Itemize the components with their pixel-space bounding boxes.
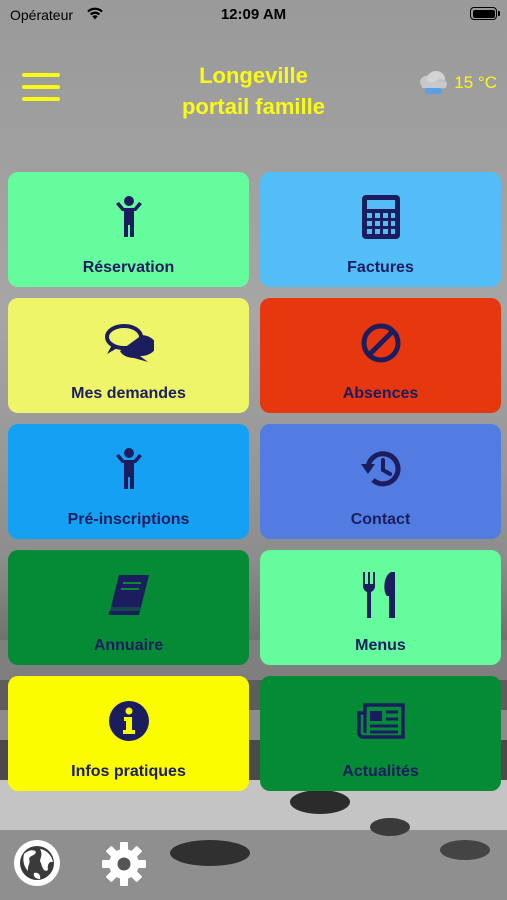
tile-label: Pré-inscriptions [67,511,190,528]
tile-mes-demandes[interactable]: Mes demandes [8,298,249,413]
page-title: Longeville portail famille [130,60,377,122]
battery-icon [470,7,500,20]
book-icon [105,570,153,620]
tile-label: Annuaire [93,637,164,654]
tile-pre-inscriptions[interactable]: Pré-inscriptions [8,424,249,539]
tile-label: Actualités [342,763,419,780]
tile-annuaire[interactable]: Annuaire [8,550,249,665]
gear-icon[interactable] [100,840,148,888]
history-icon [359,444,403,494]
tile-contact[interactable]: Contact [260,424,501,539]
utensils-icon [361,570,401,620]
tile-label: Mes demandes [71,385,186,402]
title-line-1: Longeville [199,63,308,88]
status-bar: Opérateur 12:09 AM [0,0,507,30]
forbidden-icon [360,318,402,368]
child-icon [112,192,146,242]
tile-factures[interactable]: Factures [260,172,501,287]
tile-label: Absences [342,385,419,402]
tile-reservation[interactable]: Réservation [8,172,249,287]
title-line-2: portail famille [181,94,326,119]
tile-label: Menus [355,637,406,654]
weather-widget: 15 °C [418,69,497,97]
temperature: 15 °C [454,73,497,92]
newspaper-icon [356,696,405,746]
tile-menus[interactable]: Menus [260,550,501,665]
status-time: 12:09 AM [220,6,287,23]
cloud-rain-icon [420,71,448,94]
tile-label: Contact [350,511,411,528]
calculator-icon [361,192,401,242]
hamburger-menu-button[interactable] [22,73,60,101]
globe-icon[interactable] [14,840,60,886]
tile-actualites[interactable]: Actualités [260,676,501,791]
tile-absences[interactable]: Absences [260,298,501,413]
tile-label: Réservation [82,259,175,276]
tile-label: Infos pratiques [71,763,186,780]
info-icon [107,696,151,746]
tile-label: Factures [347,259,414,276]
child-icon [112,444,146,494]
header: Longeville portail famille 15 °C [0,55,507,125]
tile-infos-pratiques[interactable]: Infos pratiques [8,676,249,791]
chat-bubbles-icon [104,318,154,368]
